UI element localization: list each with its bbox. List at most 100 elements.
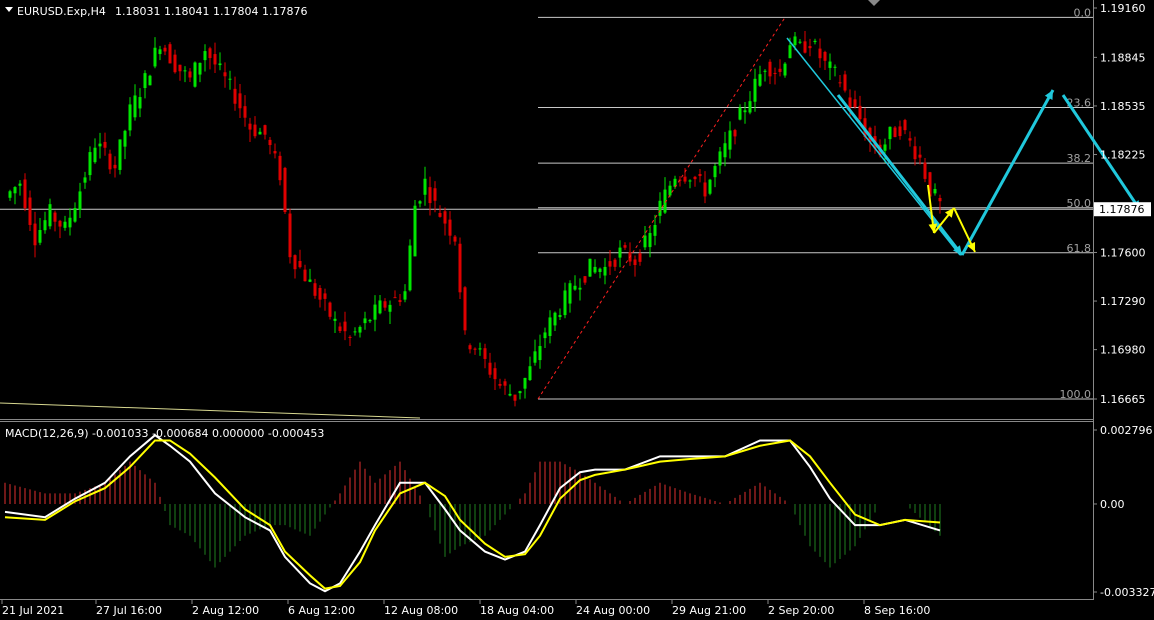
bull-candle xyxy=(388,304,392,312)
bear-candle xyxy=(468,345,472,350)
bull-candle xyxy=(203,51,207,61)
price-tick-label: 1.17290 xyxy=(1100,295,1146,308)
bull-candle xyxy=(413,205,417,257)
bear-candle xyxy=(613,259,617,267)
bull-candle xyxy=(798,41,802,43)
time-tick-label: 2 Sep 20:00 xyxy=(768,604,834,617)
bull-candle xyxy=(43,220,47,231)
time-tick-label: 8 Sep 16:00 xyxy=(864,604,930,617)
bull-candle xyxy=(98,143,102,147)
bull-candle xyxy=(183,70,187,72)
fib-level-label: 0.0 xyxy=(1074,6,1092,19)
bull-candle xyxy=(48,204,52,227)
bear-candle xyxy=(803,41,807,53)
bull-candle xyxy=(568,283,572,304)
price-tick-label: 1.17876 xyxy=(1099,203,1145,216)
bear-candle xyxy=(223,72,227,77)
bull-candle xyxy=(748,101,752,113)
bear-candle xyxy=(168,44,172,64)
bull-candle xyxy=(933,188,937,194)
macd-tick-label: -0.003327 xyxy=(1100,586,1154,599)
bull-candle xyxy=(588,258,592,277)
bull-candle xyxy=(418,201,422,204)
bear-candle xyxy=(278,155,282,181)
bear-candle xyxy=(638,253,642,262)
bull-candle xyxy=(528,366,532,381)
bear-candle xyxy=(243,106,247,118)
bull-candle xyxy=(558,315,562,318)
bear-candle xyxy=(583,276,587,283)
bear-candle xyxy=(248,123,252,130)
bull-candle xyxy=(598,268,602,273)
bear-candle xyxy=(288,213,292,258)
bear-candle xyxy=(33,223,37,246)
bull-candle xyxy=(833,66,837,68)
bull-candle xyxy=(618,247,622,258)
bear-candle xyxy=(103,141,107,148)
bull-candle xyxy=(88,152,92,176)
bear-candle xyxy=(453,236,457,242)
bull-candle xyxy=(548,317,552,337)
bear-candle xyxy=(313,283,317,296)
bull-candle xyxy=(13,187,17,194)
price-tick-label: 1.18225 xyxy=(1100,149,1146,162)
bull-candle xyxy=(408,245,412,291)
bear-candle xyxy=(268,139,272,146)
bear-candle xyxy=(348,336,352,338)
bull-candle xyxy=(813,40,817,43)
bear-candle xyxy=(58,220,62,227)
bull-candle xyxy=(653,224,657,236)
bull-candle xyxy=(593,266,597,273)
bull-candle xyxy=(353,331,357,333)
bull-candle xyxy=(83,177,87,183)
bear-candle xyxy=(683,176,687,182)
fib-level-label: 100.0 xyxy=(1060,388,1092,401)
bear-candle xyxy=(253,124,257,137)
bear-candle xyxy=(843,74,847,91)
price-tick-label: 1.16665 xyxy=(1100,393,1146,406)
bear-candle xyxy=(233,88,237,104)
bull-candle xyxy=(728,130,732,150)
bull-candle xyxy=(403,291,407,300)
bull-candle xyxy=(93,147,97,163)
bear-candle xyxy=(918,154,922,158)
bull-candle xyxy=(523,377,527,389)
bull-candle xyxy=(128,104,132,131)
bear-candle xyxy=(938,198,942,202)
bear-candle xyxy=(318,288,322,300)
bull-candle xyxy=(573,285,577,290)
bull-candle xyxy=(133,95,137,118)
bear-candle xyxy=(818,48,822,59)
bull-candle xyxy=(363,318,367,324)
bear-candle xyxy=(263,125,267,135)
bear-candle xyxy=(178,64,182,72)
bear-candle xyxy=(853,99,857,107)
bear-candle xyxy=(213,54,217,65)
bull-candle xyxy=(63,221,67,228)
fib-level-label: 50.0 xyxy=(1067,197,1092,210)
bear-candle xyxy=(108,153,112,170)
bear-candle xyxy=(443,211,447,224)
bear-candle xyxy=(608,261,612,267)
bull-candle xyxy=(533,351,537,363)
time-tick-label: 18 Aug 04:00 xyxy=(480,604,554,617)
bear-candle xyxy=(898,126,902,137)
bear-candle xyxy=(113,164,117,169)
bear-candle xyxy=(778,68,782,72)
bull-candle xyxy=(18,183,22,186)
time-tick-label: 21 Jul 2021 xyxy=(2,604,64,617)
chart-window: 0.023.638.250.061.8100.0 1.191601.188451… xyxy=(0,0,1154,620)
bull-candle xyxy=(158,49,162,55)
bear-candle xyxy=(733,130,737,137)
bull-candle xyxy=(308,279,312,282)
bull-candle xyxy=(68,217,72,228)
bull-candle xyxy=(738,107,742,120)
bear-candle xyxy=(903,120,907,131)
bull-candle xyxy=(218,63,222,66)
bear-candle xyxy=(498,384,502,386)
bull-candle xyxy=(648,232,652,248)
time-tick-label: 6 Aug 12:00 xyxy=(288,604,355,617)
macd-tick-label: 0.00 xyxy=(1100,498,1125,511)
bear-candle xyxy=(428,187,432,204)
bear-candle xyxy=(338,326,342,331)
